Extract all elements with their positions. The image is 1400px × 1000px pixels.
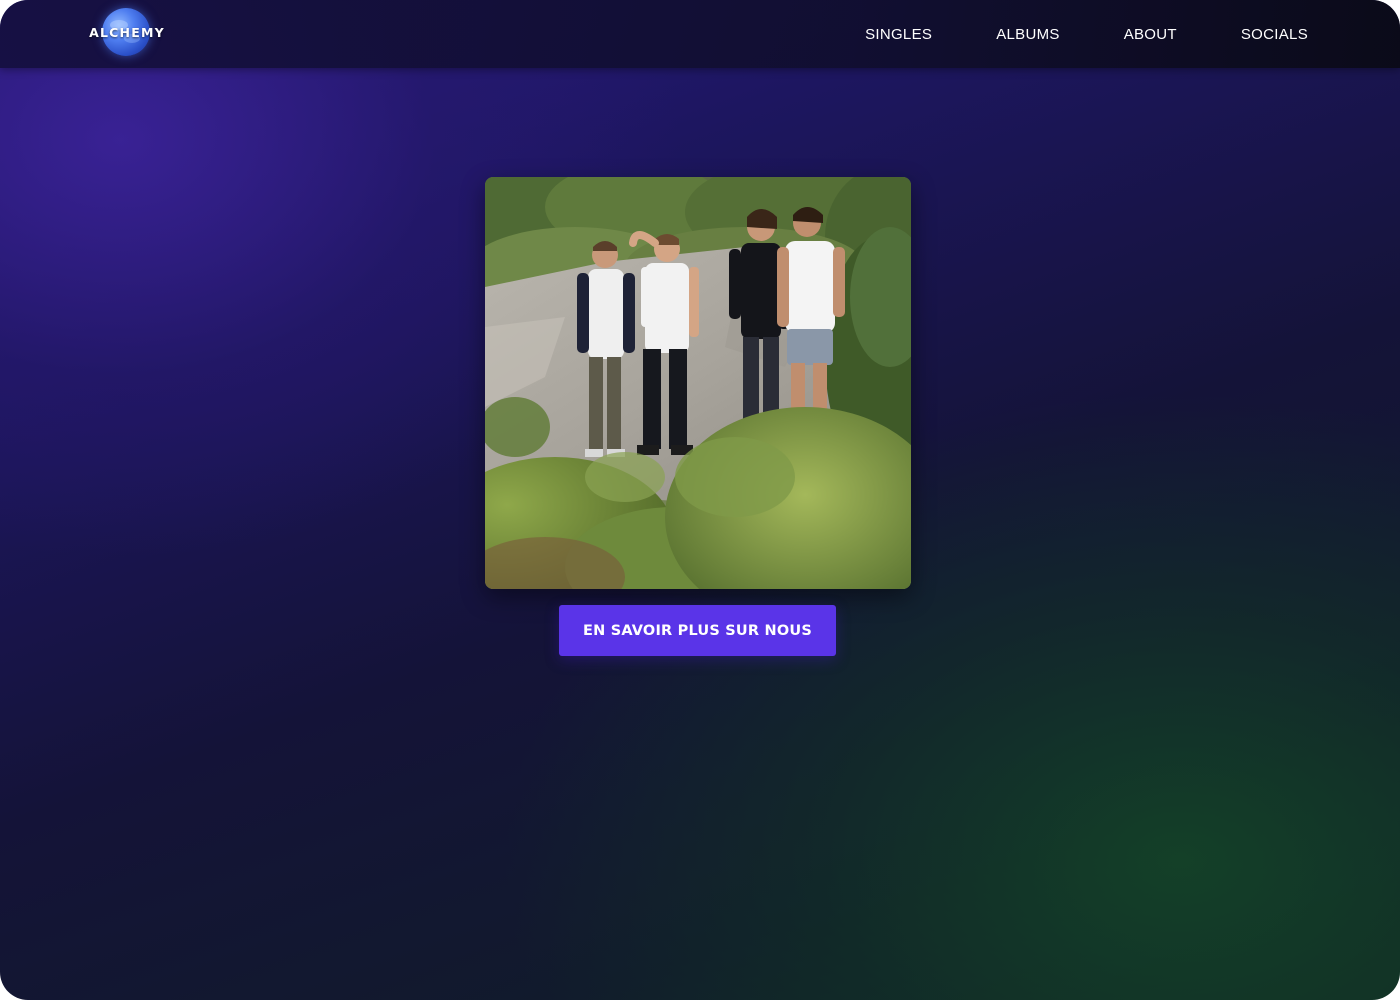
top-navbar: ALCHEMY SINGLES ALBUMS ABOUT SOCIALS [0,0,1400,68]
main-nav: SINGLES ALBUMS ABOUT SOCIALS [865,0,1308,68]
nav-link-socials[interactable]: SOCIALS [1241,26,1308,43]
band-photo [485,177,911,589]
learn-more-button[interactable]: EN SAVOIR PLUS SUR NOUS [559,605,836,656]
page-window: ALCHEMY SINGLES ALBUMS ABOUT SOCIALS EN … [0,0,1400,1000]
nav-link-singles[interactable]: SINGLES [865,26,932,43]
logo[interactable]: ALCHEMY [88,8,168,58]
logo-text: ALCHEMY [89,25,165,40]
band-photo-image [485,177,911,589]
nav-link-about[interactable]: ABOUT [1124,26,1177,43]
nav-link-albums[interactable]: ALBUMS [996,26,1060,43]
